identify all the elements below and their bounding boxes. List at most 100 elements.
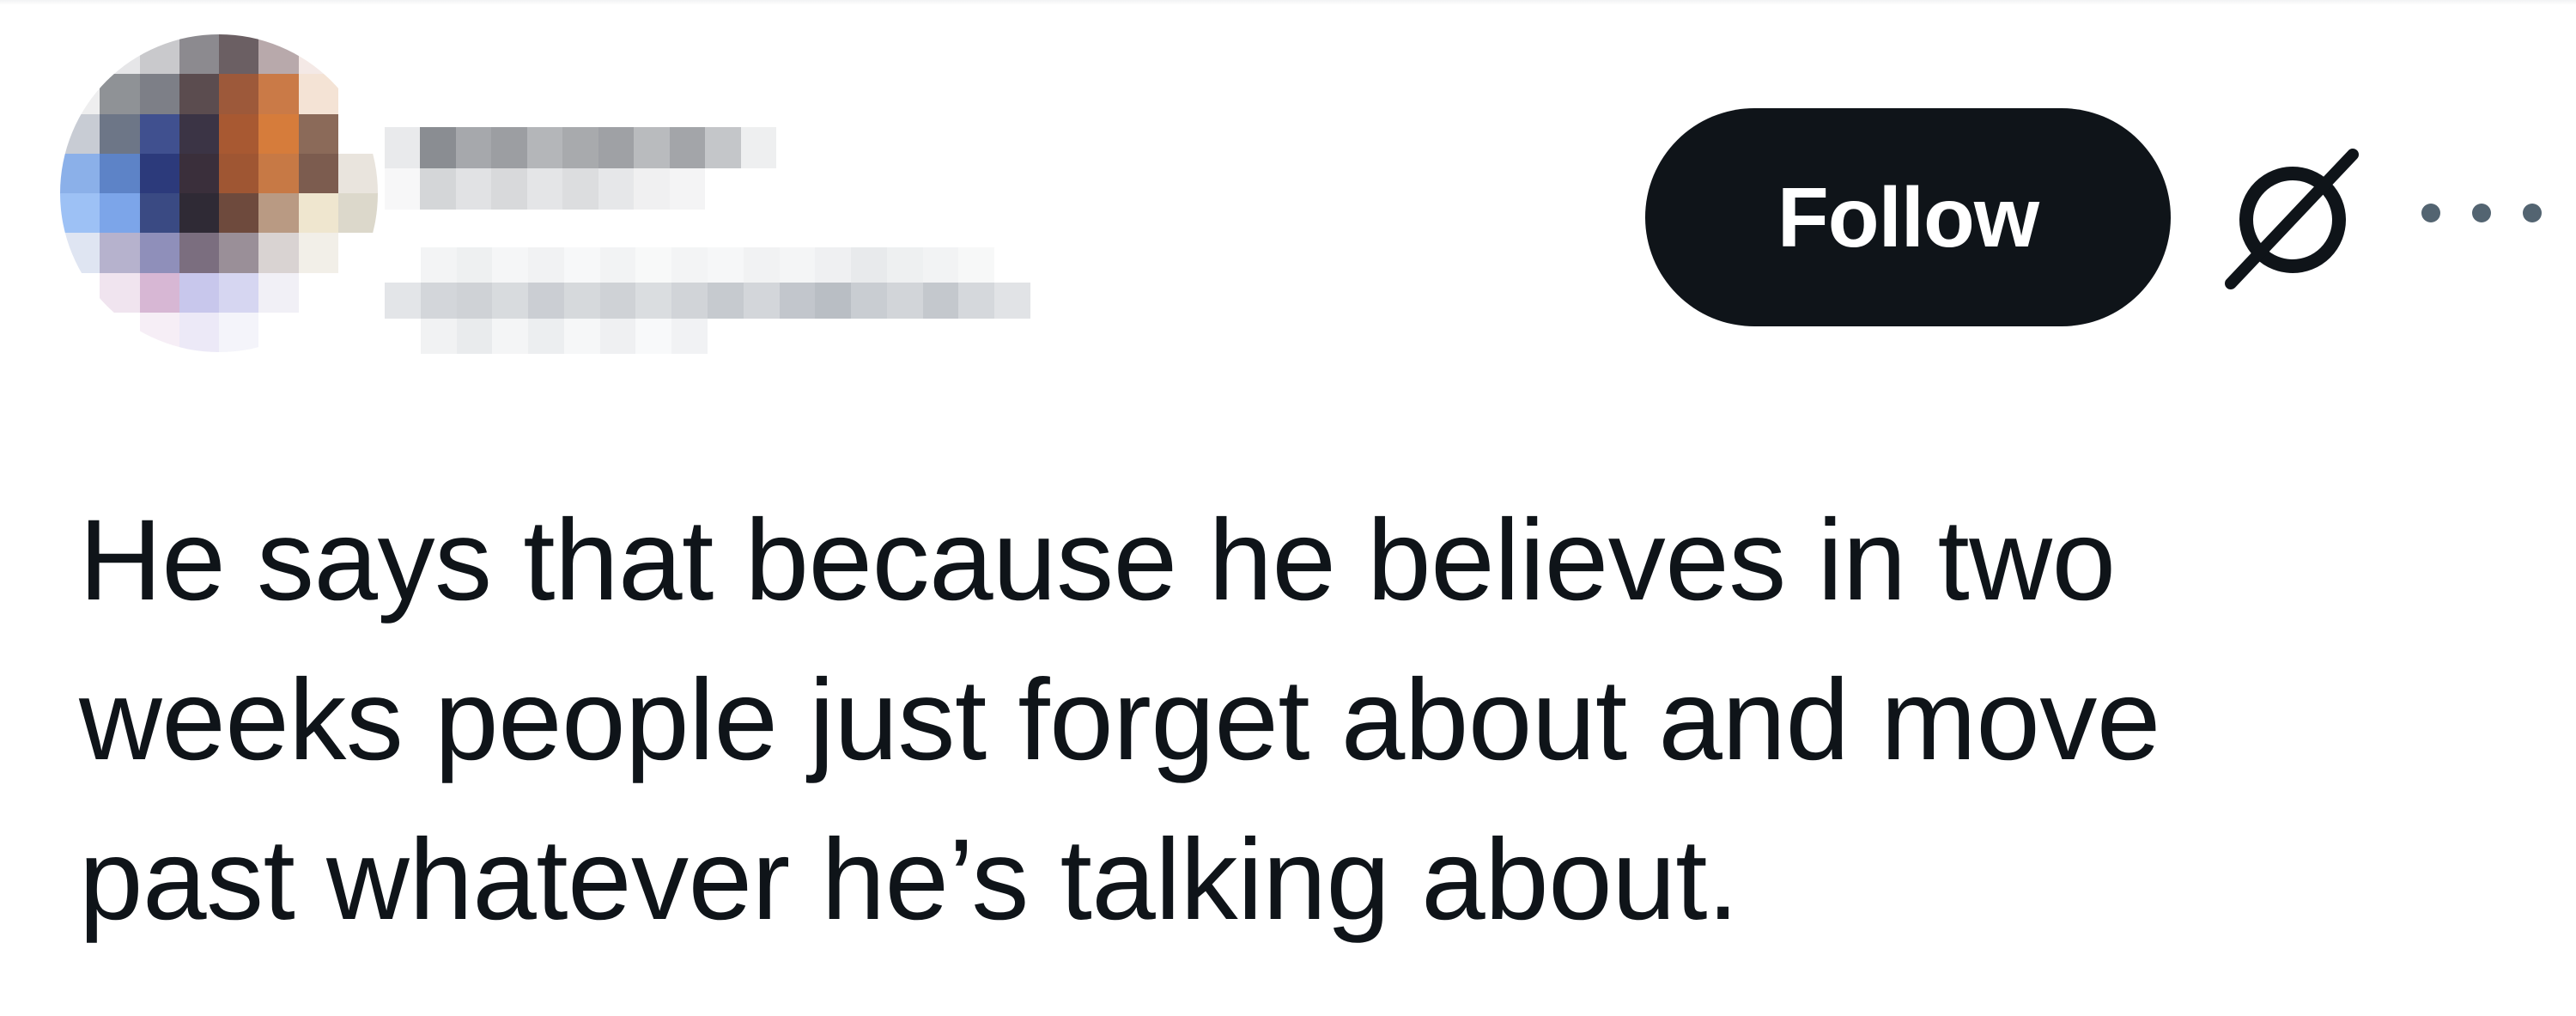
handle-pixel — [958, 318, 995, 354]
handle-pixel — [528, 318, 564, 354]
name-pixel — [491, 168, 527, 210]
avatar-pixel — [179, 113, 219, 154]
handle-pixel — [528, 247, 564, 283]
follow-button[interactable]: Follow — [1645, 108, 2171, 326]
name-pixel — [669, 127, 706, 168]
avatar-pixel — [179, 74, 219, 114]
name-pixel — [491, 127, 527, 168]
avatar-pixel — [258, 233, 299, 273]
handle-pixel — [599, 283, 636, 319]
handle-pixel — [958, 247, 995, 283]
avatar-pixel — [298, 272, 338, 313]
avatar-pixel — [179, 233, 219, 273]
handle-pixel — [635, 283, 672, 319]
avatar-pixel — [298, 74, 338, 114]
handle-pixel — [563, 247, 600, 283]
name-pixel — [705, 168, 741, 210]
avatar-pixel — [139, 312, 179, 352]
avatar-pixel — [219, 193, 259, 234]
handle-pixel — [456, 283, 493, 319]
author-display-name[interactable] — [385, 127, 776, 210]
avatar-pixel — [219, 113, 259, 154]
avatar-pixel — [139, 74, 179, 114]
handle-pixel — [492, 318, 529, 354]
handle-pixel — [851, 318, 887, 354]
name-pixel — [598, 127, 635, 168]
avatar-pixel — [179, 312, 219, 352]
more-dot — [2523, 204, 2542, 222]
avatar-pixel — [258, 312, 299, 352]
more-icon[interactable] — [2421, 196, 2542, 230]
name-pixel — [598, 168, 635, 210]
handle-pixel — [779, 283, 816, 319]
name-pixel — [634, 168, 670, 210]
avatar-pixel — [139, 272, 179, 313]
avatar-pixel — [60, 113, 100, 154]
name-pixel — [420, 127, 456, 168]
handle-pixel — [743, 283, 780, 319]
avatar-pixel — [100, 312, 140, 352]
handle-pixel — [886, 247, 923, 283]
handle-pixel — [599, 247, 636, 283]
avatar-pixel — [219, 34, 259, 75]
avatar-pixel — [179, 193, 219, 234]
handle-pixel — [779, 247, 816, 283]
grok-icon[interactable] — [2224, 144, 2361, 290]
handle-pixel — [528, 283, 564, 319]
handle-pixel — [385, 247, 421, 283]
name-pixel — [385, 127, 421, 168]
avatar-pixel — [258, 193, 299, 234]
avatar-pixel — [258, 272, 299, 313]
handle-pixel — [743, 247, 780, 283]
name-pixel — [562, 127, 598, 168]
avatar-pixel — [258, 113, 299, 154]
handle-pixel — [420, 318, 457, 354]
author-handle[interactable] — [385, 247, 1030, 354]
avatar-pixel — [298, 233, 338, 273]
handle-pixel — [708, 247, 744, 283]
name-pixel — [740, 127, 776, 168]
avatar-pixel — [60, 74, 100, 114]
handle-pixel — [994, 283, 1030, 319]
avatar-pixel — [298, 153, 338, 193]
avatar-pixel — [337, 74, 378, 114]
handle-pixel — [635, 318, 672, 354]
avatar-pixel — [179, 272, 219, 313]
handle-pixel — [671, 283, 708, 319]
post-text: He says that because he believes in two … — [79, 481, 2483, 960]
post-text-line: weeks people just forget about and move — [79, 656, 2160, 784]
handle-pixel — [994, 318, 1030, 354]
handle-pixel — [456, 318, 493, 354]
post: Follow He says that because he believes … — [0, 0, 2576, 1016]
handle-pixel — [886, 318, 923, 354]
avatar-pixel — [100, 233, 140, 273]
avatar-pixel — [219, 312, 259, 352]
name-pixel — [669, 168, 706, 210]
avatar-pixel — [219, 153, 259, 193]
handle-pixel — [708, 283, 744, 319]
handle-pixel — [385, 283, 421, 319]
handle-pixel — [456, 247, 493, 283]
avatar-pixel — [179, 153, 219, 193]
handle-pixel — [779, 318, 816, 354]
handle-pixel — [563, 283, 600, 319]
avatar[interactable] — [60, 34, 378, 352]
avatar-pixel — [60, 34, 100, 75]
avatar-pixel — [100, 193, 140, 234]
avatar-pixel — [60, 193, 100, 234]
avatar-pixel — [179, 34, 219, 75]
avatar-pixel — [298, 113, 338, 154]
avatar-pixel — [60, 312, 100, 352]
avatar-pixel — [298, 193, 338, 234]
handle-pixel — [886, 283, 923, 319]
avatar-pixel — [337, 312, 378, 352]
name-pixel — [526, 127, 563, 168]
handle-pixel — [563, 318, 600, 354]
name-pixel — [526, 168, 563, 210]
handle-pixel — [922, 283, 959, 319]
handle-pixel — [385, 318, 421, 354]
handle-pixel — [815, 247, 852, 283]
avatar-pixel — [60, 272, 100, 313]
avatar-pixel — [337, 153, 378, 193]
avatar-pixel — [100, 34, 140, 75]
